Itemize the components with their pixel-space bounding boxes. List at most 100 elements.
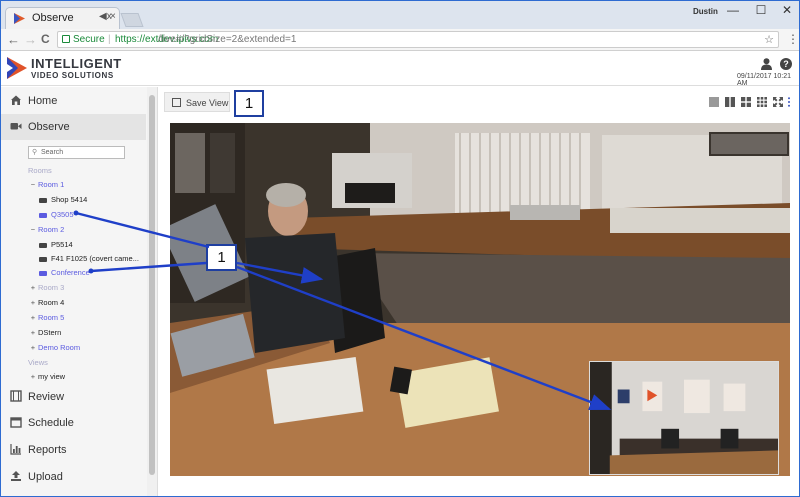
current-datetime: 09/11/2017 10:21 AM (737, 73, 791, 87)
nav-label: Reports (28, 444, 67, 456)
fullscreen-icon[interactable] (773, 97, 783, 107)
sidebar-scroll-thumb[interactable] (149, 95, 155, 475)
user-icon[interactable] (761, 58, 772, 70)
camera-feed-conference-pip[interactable] (589, 361, 779, 475)
nav-reports[interactable]: Reports (1, 437, 146, 463)
nav-label: Upload (28, 471, 63, 483)
close-window-button[interactable]: ✕ (775, 3, 799, 17)
address-bar[interactable]: Secure | https://extdev.ipivs.com /live#… (57, 31, 779, 48)
nav-label: Home (28, 95, 58, 107)
tree-camera-conference[interactable]: Conference (39, 268, 90, 277)
tree-room-4[interactable]: + Room 4 (28, 298, 64, 307)
ivs-logo-icon (7, 57, 27, 79)
nav-label: Schedule (28, 417, 74, 429)
save-view-label: Save View (186, 98, 229, 108)
maximize-button[interactable]: ☐ (749, 3, 773, 17)
camera-icon (39, 270, 47, 276)
tab-title: Observe (32, 12, 74, 24)
expand-marker: + (30, 343, 36, 352)
browser-toolbar: ← → C Secure | https://extdev.ipivs.com … (1, 29, 799, 51)
browser-titlebar: Observe ◀x × Dustin — ☐ ✕ (1, 1, 799, 29)
tree-camera-q3505[interactable]: Q3505 (39, 210, 74, 219)
tree-label: F41 F1025 (covert came... (51, 254, 139, 263)
nav-review[interactable]: Review (1, 384, 146, 410)
tree-room-2[interactable]: − Room 2 (28, 225, 64, 234)
app-favicon-icon (14, 13, 25, 24)
search-icon: ⚲ (32, 149, 38, 156)
app-header: INTELLIGENT VIDEO SOLUTIONS ? 09/11/2017… (1, 52, 799, 87)
tree-room-demo[interactable]: + Demo Room (28, 343, 80, 352)
film-icon (10, 390, 22, 402)
tree-room-3[interactable]: + Room 3 (28, 283, 64, 292)
tree-label: DStern (38, 328, 62, 337)
camera-icon (39, 197, 47, 203)
logo-text-line1: INTELLIGENT (31, 56, 122, 71)
secure-label: Secure (73, 34, 105, 45)
collapse-marker: − (30, 225, 36, 234)
address-separator: | (108, 34, 111, 45)
camera-icon (39, 212, 47, 218)
camera-icon (39, 242, 47, 248)
search-placeholder: Search (41, 149, 64, 156)
nav-label: Review (28, 391, 65, 403)
tree-camera-f41[interactable]: F41 F1025 (covert came... (39, 254, 139, 263)
tree-label: Conference (51, 268, 90, 277)
minimize-button[interactable]: — (721, 3, 745, 17)
home-icon (11, 95, 21, 105)
camera-icon (39, 256, 47, 262)
tree-label: Shop 5414 (51, 195, 88, 204)
screenshot-frame: Observe ◀x × Dustin — ☐ ✕ ← → C Secure |… (0, 0, 800, 497)
profile-name[interactable]: Dustin (693, 7, 718, 16)
video-camera-icon (10, 123, 22, 130)
grid-2col-icon[interactable] (725, 97, 735, 107)
more-options-icon[interactable] (787, 97, 791, 107)
back-button[interactable]: ← (7, 32, 20, 47)
expand-marker: + (30, 298, 36, 307)
expand-marker: + (30, 313, 36, 322)
views-header: Views (28, 358, 48, 367)
forward-button[interactable]: → (24, 32, 37, 47)
callout-label-toolbar: 1 (234, 90, 264, 117)
sidebar: Home Observe ⚲ Search Rooms − Room 1 Shop… (1, 87, 158, 496)
nav-upload[interactable]: Upload (1, 464, 146, 490)
tree-label: Room 3 (38, 283, 65, 292)
browser-menu-icon[interactable]: ⋮ (787, 32, 799, 46)
tree-room-dstern[interactable]: + DStern (28, 328, 62, 337)
nav-label: Observe (28, 121, 70, 133)
callout-label-main: 1 (206, 244, 237, 271)
new-tab-button[interactable] (120, 13, 144, 27)
save-view-button[interactable]: Save View (164, 92, 230, 112)
nav-observe[interactable]: Observe (1, 114, 146, 140)
grid-3x3-icon[interactable] (757, 97, 767, 107)
tree-label: Room 2 (38, 225, 65, 234)
tree-label: my view (38, 372, 66, 381)
nav-schedule[interactable]: Schedule (1, 410, 146, 436)
logo-text-line2: VIDEO SOLUTIONS (31, 71, 114, 80)
rooms-header: Rooms (28, 166, 52, 175)
tree-camera-shop-5414[interactable]: Shop 5414 (39, 195, 87, 204)
tree-camera-p5514[interactable]: P5514 (39, 240, 73, 249)
tree-label: P5514 (51, 240, 73, 249)
floppy-disk-icon (172, 98, 181, 107)
tree-label: Room 4 (38, 298, 65, 307)
grid-1x1-icon[interactable] (709, 97, 719, 107)
tree-label: Demo Room (38, 343, 81, 352)
tree-room-1[interactable]: − Room 1 (28, 180, 64, 189)
browser-tab-observe[interactable]: Observe ◀x × (5, 7, 120, 29)
tree-label: Q3505 (51, 210, 74, 219)
tree-view-my-view[interactable]: + my view (28, 372, 65, 381)
camera-search-input[interactable]: ⚲ Search (28, 146, 125, 159)
tab-close-icon[interactable]: × (110, 11, 116, 22)
calendar-icon (10, 417, 22, 428)
lock-icon (62, 35, 70, 43)
bar-chart-icon (10, 444, 21, 455)
expand-marker: + (30, 328, 36, 337)
upload-icon (11, 471, 21, 481)
tree-room-5[interactable]: + Room 5 (28, 313, 64, 322)
help-icon[interactable]: ? (780, 58, 792, 70)
bookmark-star-icon[interactable]: ☆ (764, 33, 774, 46)
reload-button[interactable]: C (41, 32, 50, 46)
grid-2x2-icon[interactable] (741, 97, 751, 107)
collapse-marker: − (30, 180, 36, 189)
nav-home[interactable]: Home (1, 88, 146, 114)
